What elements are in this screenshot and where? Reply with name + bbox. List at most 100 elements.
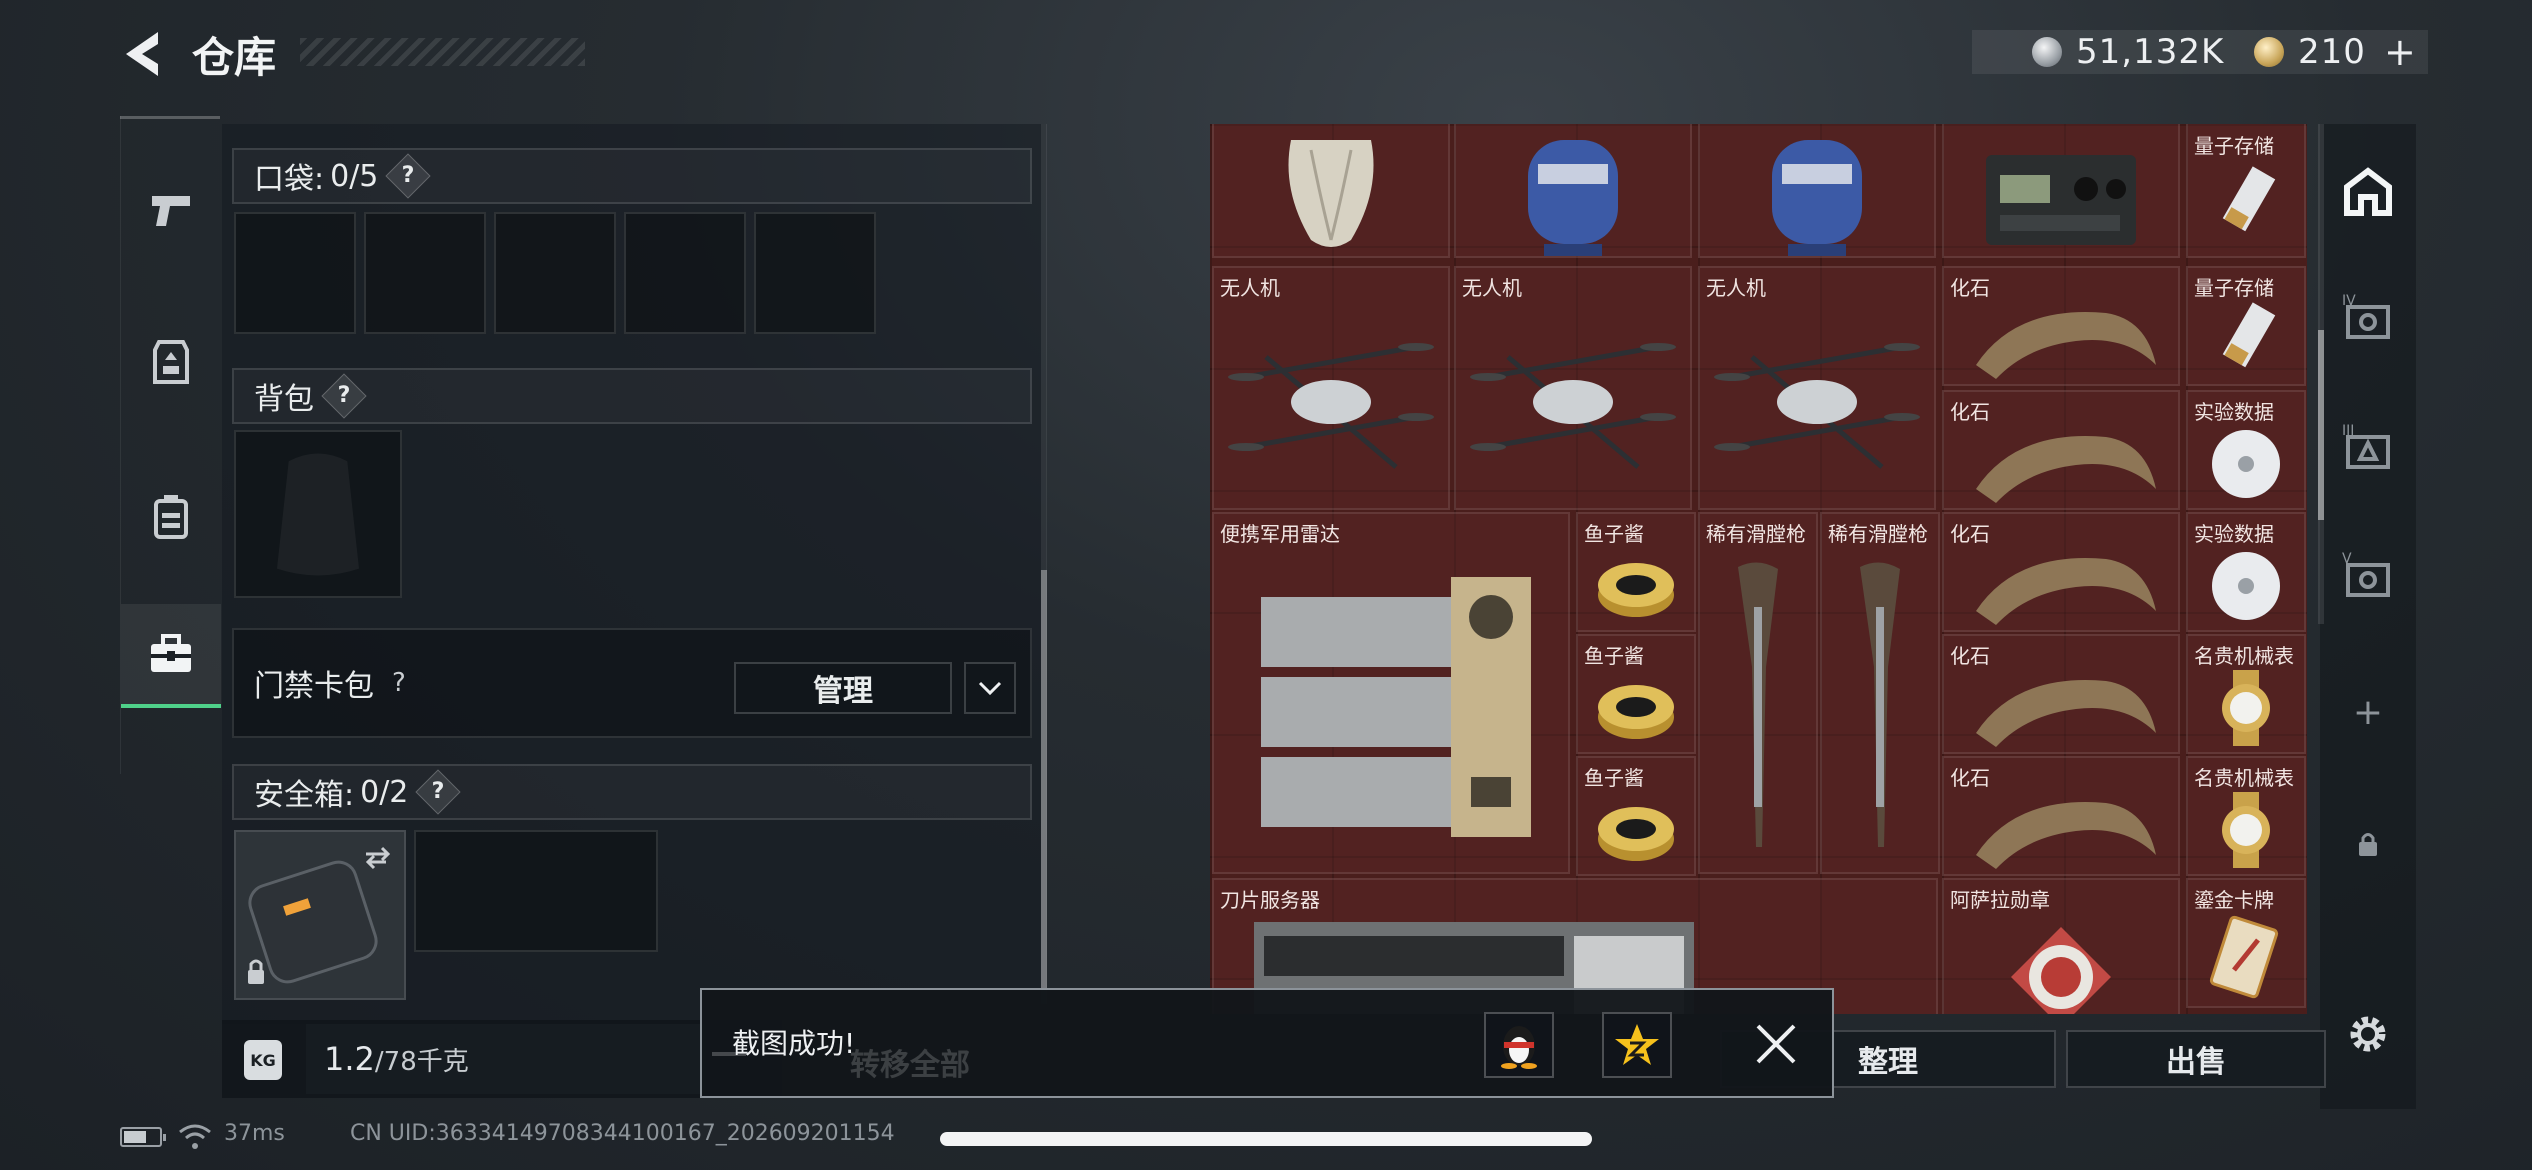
tab-toolbox[interactable] xyxy=(121,604,221,708)
backpack-slot[interactable] xyxy=(234,430,402,598)
stash-item[interactable]: 化石 xyxy=(1942,634,2180,754)
stash-item[interactable]: 无人机 xyxy=(1454,266,1692,510)
keycard-help-icon[interactable]: ? xyxy=(392,668,406,698)
add-stash-page-button[interactable]: + xyxy=(2320,662,2416,762)
stash-item[interactable] xyxy=(1454,124,1692,258)
loadout-panel: 口袋: 0/5 ? 背包 ? 门禁卡包 ? 管理 安全箱: 0/2 ? xyxy=(222,124,1046,1024)
ping-readout: 37ms xyxy=(224,1121,285,1146)
stash-item[interactable] xyxy=(1212,124,1450,258)
gold-amount: 210 xyxy=(2298,32,2366,72)
stash-item[interactable]: 化石 xyxy=(1942,512,2180,632)
weight-kg-icon: KG xyxy=(244,1040,282,1080)
tab-weapon[interactable] xyxy=(121,160,221,260)
stash-item[interactable]: 鱼子酱 xyxy=(1576,512,1696,632)
stash-item[interactable]: 名贵机械表 xyxy=(2186,756,2306,876)
stash-item[interactable]: 便携军用雷达 xyxy=(1212,512,1570,874)
safe-case-icon xyxy=(248,846,391,984)
pocket-help-icon[interactable]: ? xyxy=(385,153,432,199)
stash-item[interactable]: 稀有滑膛枪 xyxy=(1820,512,1940,874)
stash-item[interactable]: 无人机 xyxy=(1698,266,1936,510)
stash-item[interactable]: 鎏金卡牌 xyxy=(2186,878,2306,1008)
stash-page-rail: IV III V + xyxy=(2320,124,2416,1109)
stash-page-icon: V xyxy=(2342,551,2390,597)
lock-icon xyxy=(2359,833,2377,856)
stash-grid: 量子存储 无人机 无人机 无人机 化石 量子存储 化石 实验数据 便携军用雷达 … xyxy=(1210,124,2307,1014)
share-qq-button[interactable] xyxy=(1484,1012,1554,1078)
page-title: 仓库 xyxy=(192,33,277,82)
disc-icon xyxy=(2212,430,2280,498)
pocket-header: 口袋: 0/5 ? xyxy=(232,148,1032,204)
pocket-slot[interactable] xyxy=(494,212,616,334)
manage-button[interactable]: 管理 xyxy=(734,662,952,714)
usb-drive-icon xyxy=(2222,302,2276,368)
sell-button[interactable]: 出售 xyxy=(2066,1030,2326,1088)
screenshot-toast: 转移全部 截图成功! xyxy=(700,988,1834,1098)
stash-item[interactable] xyxy=(1942,124,2180,258)
pocket-slot[interactable] xyxy=(624,212,746,334)
backpack-label: 背包 xyxy=(254,382,314,417)
svg-text:IV: IV xyxy=(2342,293,2356,309)
gold-coin-icon xyxy=(2254,37,2284,67)
pocket-slot[interactable] xyxy=(234,212,356,334)
pocket-slot[interactable] xyxy=(364,212,486,334)
stash-page-button[interactable]: IV xyxy=(2320,270,2416,370)
stash-page-button[interactable]: III xyxy=(2320,400,2416,500)
keycard-header: 门禁卡包 ? 管理 xyxy=(232,628,1032,738)
stash-item[interactable]: 实验数据 xyxy=(2186,512,2306,632)
backpack-silhouette-icon xyxy=(277,453,359,576)
radar-icon xyxy=(1261,577,1531,837)
stash-item[interactable]: 名贵机械表 xyxy=(2186,634,2306,754)
stash-item[interactable]: 鱼子酱 xyxy=(1576,756,1696,876)
caviar-tin-icon xyxy=(1598,685,1674,739)
weight-readout: 1.2 /78千克 xyxy=(306,1024,706,1094)
stash-item[interactable]: 无人机 xyxy=(1212,266,1450,510)
radio-device-icon xyxy=(1986,155,2136,245)
armor-vest-icon xyxy=(153,340,189,384)
safebox-slot[interactable] xyxy=(234,830,406,1000)
safebox-help-icon[interactable]: ? xyxy=(415,769,462,815)
stash-page-button[interactable]: V xyxy=(2320,528,2416,628)
stash-item[interactable]: 鱼子酱 xyxy=(1576,634,1696,754)
back-arrow-icon[interactable] xyxy=(118,28,166,80)
stash-item[interactable]: 化石 xyxy=(1942,390,2180,510)
tab-armor[interactable] xyxy=(121,312,221,412)
add-currency-button[interactable]: + xyxy=(2384,30,2416,74)
stash-item[interactable]: 化石 xyxy=(1942,756,2180,876)
wifi-icon xyxy=(179,1124,211,1149)
loadout-scroll-thumb[interactable] xyxy=(1041,570,1047,990)
musket-icon xyxy=(1860,562,1900,847)
stash-page-icon: IV xyxy=(2342,293,2390,339)
stash-item[interactable]: 阿萨拉勋章 xyxy=(1942,878,2180,1014)
silver-coin-icon xyxy=(2032,37,2062,67)
settings-button[interactable] xyxy=(2320,984,2416,1084)
expand-button[interactable] xyxy=(964,662,1016,714)
share-qzone-button[interactable] xyxy=(1602,1012,1672,1078)
fossil-claw-icon xyxy=(1976,680,2156,747)
fossil-claw-icon xyxy=(1976,312,2156,379)
stash-item[interactable]: 稀有滑膛枪 xyxy=(1698,512,1818,874)
stash-item[interactable] xyxy=(1698,124,1936,258)
stash-page-icon: III xyxy=(2342,423,2390,469)
stash-home-icon xyxy=(2344,167,2392,216)
transfer-all-button[interactable]: 转移全部 xyxy=(850,1040,970,1084)
safebox-slot[interactable] xyxy=(414,830,658,952)
stash-scroll-thumb[interactable] xyxy=(2318,330,2324,520)
medal-icon xyxy=(2011,927,2111,1014)
stash-item[interactable]: 量子存储 xyxy=(2186,266,2306,386)
stash-item[interactable]: 量子存储 xyxy=(2186,124,2306,258)
caviar-tin-icon xyxy=(1598,807,1674,861)
close-icon[interactable] xyxy=(1752,1020,1800,1068)
fossil-claw-icon xyxy=(1976,436,2156,503)
drone-icon xyxy=(1470,343,1676,469)
watch-icon xyxy=(2222,792,2270,868)
backpack-help-icon[interactable]: ? xyxy=(321,373,367,419)
stash-home-button[interactable] xyxy=(2320,142,2416,242)
stash-item[interactable]: 实验数据 xyxy=(2186,390,2306,510)
locked-page-button[interactable] xyxy=(2320,794,2416,894)
pocket-slot[interactable] xyxy=(754,212,876,334)
tab-backpack[interactable] xyxy=(121,466,221,566)
toolbox-icon xyxy=(151,634,191,672)
toast-message: 截图成功! xyxy=(732,1027,856,1060)
home-indicator[interactable] xyxy=(940,1132,1592,1146)
stash-item[interactable]: 化石 xyxy=(1942,266,2180,386)
